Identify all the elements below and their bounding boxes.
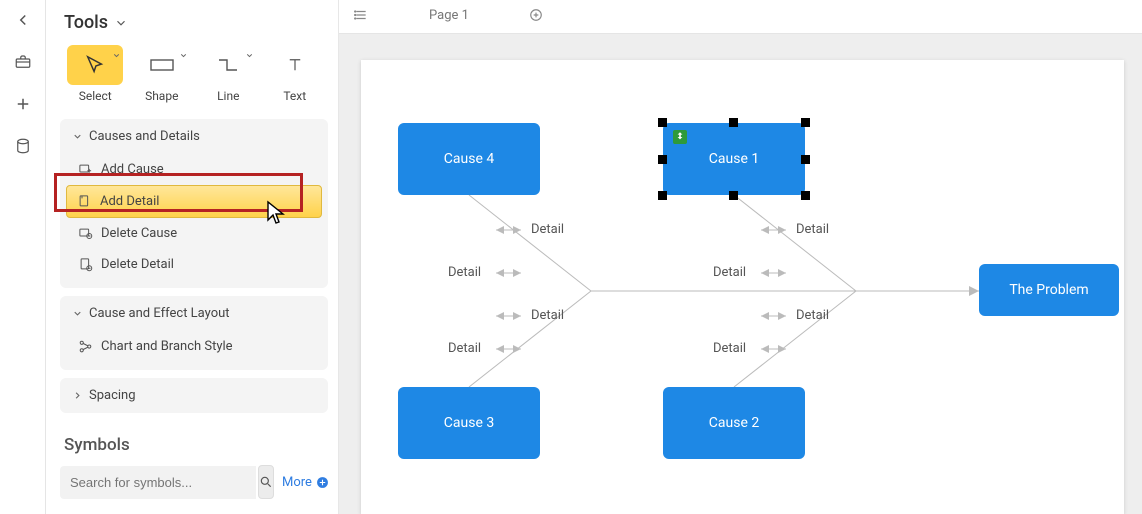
chevron-down-icon[interactable] bbox=[245, 49, 254, 64]
chevron-down-icon[interactable] bbox=[112, 49, 121, 64]
symbol-search-input[interactable] bbox=[60, 466, 256, 499]
add-detail-icon bbox=[77, 194, 92, 209]
chevron-down-icon bbox=[72, 131, 83, 142]
chevron-down-icon[interactable] bbox=[179, 49, 188, 64]
tool-text[interactable]: Text bbox=[262, 45, 329, 103]
tool-select[interactable]: Select bbox=[62, 45, 129, 103]
toolbox-icon[interactable] bbox=[13, 52, 33, 72]
tool-row: Select Shape Line Text bbox=[60, 45, 328, 103]
cause-2-node[interactable]: Cause 2 bbox=[663, 387, 805, 459]
tool-line[interactable]: Line bbox=[195, 45, 262, 103]
add-cause-icon bbox=[78, 162, 93, 177]
plus-circle-icon bbox=[316, 476, 329, 489]
more-link[interactable]: More bbox=[282, 475, 329, 490]
tool-line-label: Line bbox=[217, 89, 239, 103]
panel-causes-details: Causes and Details Add Cause Add Detail … bbox=[60, 119, 328, 288]
add-cause-item[interactable]: Add Cause bbox=[60, 154, 328, 185]
search-icon bbox=[259, 475, 273, 489]
panel-layout: Cause and Effect Layout Chart and Branch… bbox=[60, 296, 328, 370]
tab-page-1[interactable]: Page 1 bbox=[379, 0, 519, 33]
sidebar-title-text: Tools bbox=[64, 12, 108, 33]
add-page-button[interactable] bbox=[525, 3, 547, 30]
detail-label[interactable]: Detail bbox=[713, 341, 746, 356]
problem-node[interactable]: The Problem bbox=[979, 264, 1119, 316]
detail-label[interactable]: Detail bbox=[448, 265, 481, 280]
detail-label[interactable]: Detail bbox=[796, 222, 829, 237]
delete-cause-icon bbox=[78, 226, 93, 241]
detail-label[interactable]: Detail bbox=[448, 341, 481, 356]
branch-style-icon bbox=[78, 339, 93, 354]
chart-branch-style-item[interactable]: Chart and Branch Style bbox=[60, 331, 328, 362]
attachment-badge-icon[interactable] bbox=[673, 130, 687, 144]
tool-select-label: Select bbox=[79, 89, 112, 103]
tool-text-label: Text bbox=[283, 89, 306, 103]
detail-label[interactable]: Detail bbox=[796, 308, 829, 323]
plus-icon[interactable] bbox=[13, 94, 33, 114]
symbol-search-button[interactable] bbox=[258, 465, 274, 499]
panel-spacing: Spacing bbox=[60, 378, 328, 413]
panel-spacing-header[interactable]: Spacing bbox=[60, 378, 328, 413]
canvas-area: Page 1 bbox=[339, 0, 1142, 514]
detail-label[interactable]: Detail bbox=[531, 222, 564, 237]
chevron-right-icon bbox=[72, 390, 83, 401]
cause-4-node[interactable]: Cause 4 bbox=[398, 123, 540, 195]
panel-layout-header[interactable]: Cause and Effect Layout bbox=[60, 296, 328, 331]
page-surface[interactable]: Cause 4 Cause 1 Cause 3 Cause 2 The Prob… bbox=[361, 60, 1124, 514]
back-icon[interactable] bbox=[13, 10, 33, 30]
tools-sidebar: Tools Select Shape bbox=[46, 0, 339, 514]
detail-label[interactable]: Detail bbox=[531, 308, 564, 323]
symbol-search-row: More bbox=[60, 465, 328, 499]
chevron-down-icon bbox=[72, 308, 83, 319]
pages-list-icon[interactable] bbox=[349, 4, 373, 30]
sidebar-title[interactable]: Tools bbox=[60, 12, 328, 33]
delete-cause-item[interactable]: Delete Cause bbox=[60, 218, 328, 249]
canvas[interactable]: Cause 4 Cause 1 Cause 3 Cause 2 The Prob… bbox=[339, 34, 1142, 514]
chevron-down-icon bbox=[114, 16, 128, 30]
panel-causes-header[interactable]: Causes and Details bbox=[60, 119, 328, 154]
database-icon[interactable] bbox=[13, 136, 33, 156]
delete-detail-item[interactable]: Delete Detail bbox=[60, 249, 328, 280]
tool-shape-label: Shape bbox=[145, 89, 178, 103]
cause-3-node[interactable]: Cause 3 bbox=[398, 387, 540, 459]
symbols-heading: Symbols bbox=[64, 435, 328, 455]
tool-shape[interactable]: Shape bbox=[129, 45, 196, 103]
delete-detail-icon bbox=[78, 257, 93, 272]
tab-bar: Page 1 bbox=[339, 0, 1142, 34]
detail-label[interactable]: Detail bbox=[713, 265, 746, 280]
add-detail-item[interactable]: Add Detail bbox=[66, 185, 322, 218]
left-rail bbox=[0, 0, 46, 514]
